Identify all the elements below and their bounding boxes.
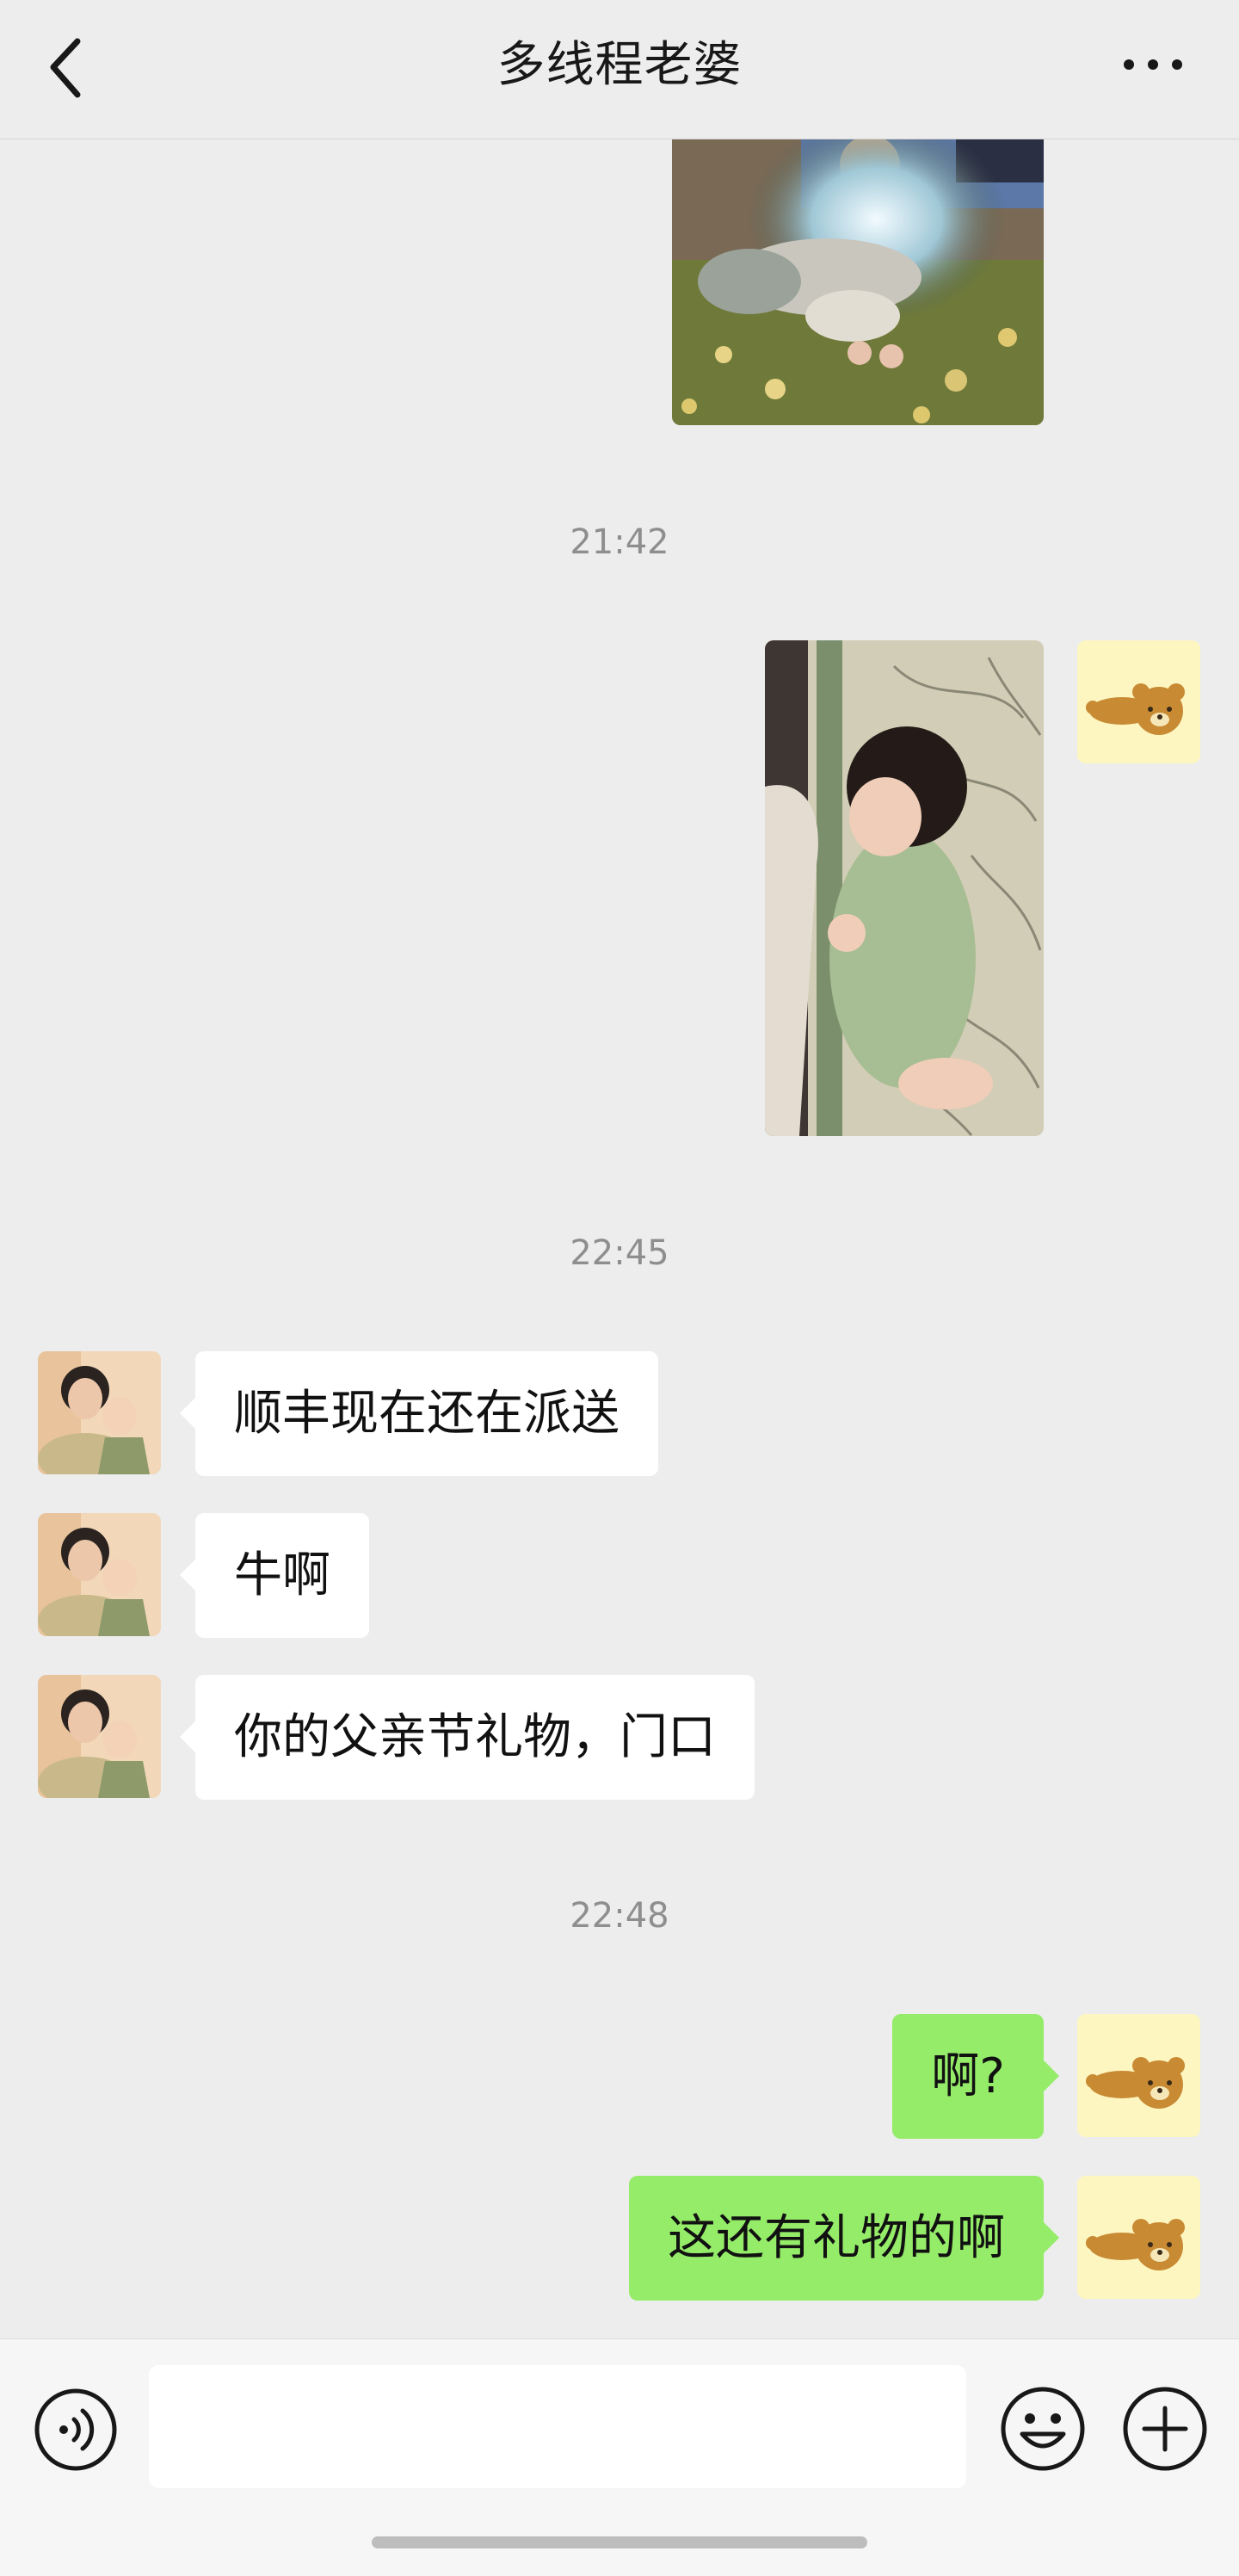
sent-message[interactable]: 啊? [892, 2014, 1059, 2139]
photo-image [672, 139, 1044, 425]
voice-icon [34, 2388, 117, 2471]
received-message[interactable]: 你的父亲节礼物，门口 [180, 1675, 755, 1800]
photo-image [765, 640, 1044, 1136]
chat-title: 多线程老婆 [496, 37, 743, 93]
sent-photo-baby-nursing[interactable] [765, 640, 1044, 1136]
timestamp: 22:45 [570, 1233, 669, 1273]
contact-avatar[interactable] [38, 1513, 161, 1636]
my-avatar[interactable] [1077, 2014, 1200, 2137]
emoji-icon [1001, 2387, 1085, 2471]
my-avatar[interactable] [1077, 640, 1200, 763]
timestamp: 21:42 [570, 522, 669, 562]
bear-avatar-icon [1077, 2014, 1200, 2137]
bear-avatar-icon [1077, 2176, 1200, 2299]
mother-baby-avatar-icon [38, 1513, 161, 1636]
sent-message[interactable]: 这还有礼物的啊 [629, 2176, 1059, 2301]
bear-avatar-icon [1077, 640, 1200, 763]
top-nav-bar: 多线程老婆 [0, 0, 1239, 139]
mother-baby-avatar-icon [38, 1675, 161, 1798]
voice-button[interactable] [33, 2387, 119, 2473]
emoji-button[interactable] [998, 2384, 1088, 2474]
more-button[interactable] [1119, 43, 1187, 86]
chat-message-list[interactable]: 21:42 22:45 顺丰现在还在派送 牛啊 你的父亲节礼物，门口 22:48… [0, 139, 1239, 2338]
contact-avatar[interactable] [38, 1351, 161, 1474]
mother-baby-avatar-icon [38, 1351, 161, 1474]
timestamp: 22:48 [570, 1896, 669, 1936]
received-message[interactable]: 牛啊 [180, 1513, 369, 1638]
contact-avatar[interactable] [38, 1675, 161, 1798]
plus-icon [1123, 2387, 1207, 2471]
message-input[interactable] [149, 2365, 966, 2488]
more-dots-icon [1124, 59, 1182, 70]
sent-photo-baby-bed[interactable] [672, 139, 1044, 425]
home-indicator[interactable] [372, 2536, 867, 2548]
more-functions-button[interactable] [1120, 2384, 1210, 2474]
message-input-bar [0, 2338, 1239, 2576]
my-avatar[interactable] [1077, 2176, 1200, 2299]
received-message[interactable]: 顺丰现在还在派送 [180, 1351, 658, 1476]
